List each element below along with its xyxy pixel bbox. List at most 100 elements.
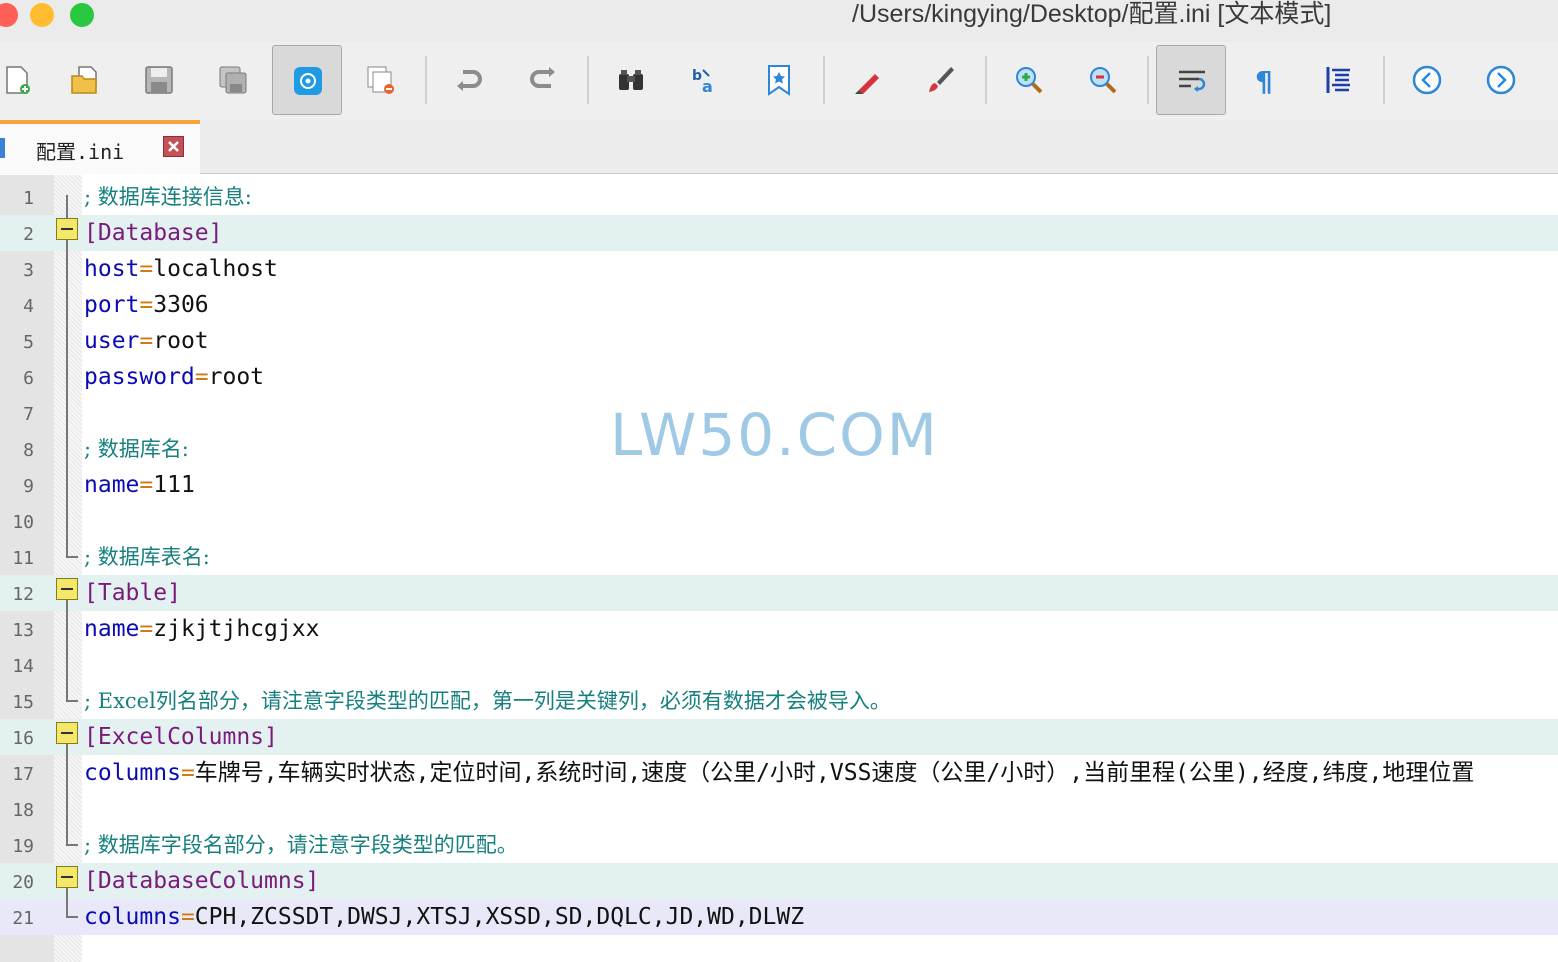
- code-line[interactable]: 16 [ExcelColumns]: [0, 719, 1558, 755]
- value-text: root: [153, 328, 209, 354]
- code-line[interactable]: 20 [DatabaseColumns]: [0, 863, 1558, 899]
- minimize-window-button[interactable]: [30, 3, 54, 27]
- line-text: [DatabaseColumns]: [84, 866, 319, 896]
- equals-sign: =: [139, 292, 154, 318]
- key-name: name: [84, 472, 140, 498]
- section-header: [ExcelColumns]: [84, 724, 278, 750]
- line-number: 13: [12, 620, 34, 641]
- redo-icon: [530, 67, 555, 88]
- word-wrap-button[interactable]: [1156, 45, 1226, 115]
- code-line[interactable]: 11 ; 数据库表名:: [0, 539, 1558, 575]
- save-button[interactable]: [124, 45, 194, 115]
- code-line[interactable]: 12 [Table]: [0, 575, 1558, 611]
- zoom-in-button[interactable]: [994, 45, 1064, 115]
- line-text: columns=车牌号,车辆实时状态,定位时间,系统时间,速度（公里/小时,VS…: [84, 758, 1474, 788]
- key-name: columns: [84, 760, 181, 786]
- open-file-button[interactable]: [50, 45, 120, 115]
- new-file-button[interactable]: [0, 45, 52, 115]
- show-symbols-button[interactable]: ¶: [1230, 45, 1300, 115]
- line-number: 8: [23, 440, 34, 461]
- save-icon: [145, 66, 173, 94]
- undo-button[interactable]: [434, 45, 504, 115]
- line-number: 4: [23, 296, 34, 317]
- line-text: [Table]: [84, 578, 181, 608]
- equals-sign: =: [180, 760, 195, 786]
- marker-button[interactable]: [832, 45, 902, 115]
- code-line[interactable]: 10: [0, 503, 1558, 539]
- fold-toggle-excelcolumns[interactable]: [56, 722, 78, 744]
- zoom-out-button[interactable]: [1068, 45, 1138, 115]
- close-window-button[interactable]: [0, 3, 18, 27]
- line-number: 19: [12, 836, 34, 857]
- save-all-button[interactable]: [198, 45, 268, 115]
- svg-text:b: b: [692, 68, 702, 84]
- line-number: 6: [23, 368, 34, 389]
- at-mode-button[interactable]: [272, 45, 342, 115]
- section-header: [Table]: [84, 580, 181, 606]
- editor[interactable]: 1; 数据库连接信息: 2 [Database] 3 host=localhost 4 po…: [0, 175, 1558, 962]
- word-wrap-icon: [1179, 70, 1206, 92]
- equals-sign: =: [180, 904, 195, 930]
- code-line[interactable]: 17 columns=车牌号,车辆实时状态,定位时间,系统时间,速度（公里/小时,…: [0, 755, 1558, 791]
- indent-guide-button[interactable]: [1304, 45, 1374, 115]
- zoom-out-icon: [1090, 67, 1117, 94]
- code-line[interactable]: 15 ; Excel列名部分，请注意字段类型的匹配，第一列是关键列，必须有数据才会…: [0, 683, 1558, 719]
- zoom-in-icon: [1016, 67, 1043, 94]
- fold-toggle-databasecolumns[interactable]: [56, 866, 78, 888]
- line-number: 15: [12, 692, 34, 713]
- line-number: 5: [23, 332, 34, 353]
- code-line[interactable]: 18: [0, 791, 1558, 827]
- line-number: 17: [12, 764, 34, 785]
- replace-button[interactable]: ba: [670, 45, 740, 115]
- code-line[interactable]: 9 name=111: [0, 467, 1558, 503]
- watermark: LW50.COM: [610, 401, 939, 469]
- section-header: [Database]: [84, 220, 223, 246]
- undo-icon: [457, 70, 482, 91]
- code-line[interactable]: 13 name=zjkjtjhcgjxx: [0, 611, 1558, 647]
- equals-sign: =: [139, 256, 154, 282]
- at-mode-icon: [294, 67, 322, 95]
- bookmark-button[interactable]: [744, 45, 814, 115]
- previous-button[interactable]: [1392, 45, 1462, 115]
- code-line[interactable]: 4 port=3306: [0, 287, 1558, 323]
- line-number: 2: [23, 224, 34, 245]
- redo-button[interactable]: [508, 45, 578, 115]
- line-text: columns=CPH,ZCSSDT,DWSJ,XTSJ,XSSD,SD,DQL…: [84, 902, 804, 932]
- code-line[interactable]: 5 user=root: [0, 323, 1558, 359]
- find-icon: [619, 70, 643, 90]
- toolbar-separator: [823, 56, 825, 104]
- close-file-button[interactable]: [346, 45, 416, 115]
- line-number: 11: [12, 548, 34, 569]
- line-number: 9: [23, 476, 34, 497]
- fold-guide-end: [66, 700, 78, 702]
- value-text: zjkjtjhcgjxx: [153, 616, 320, 642]
- previous-icon: [1412, 65, 1442, 95]
- tab-config-ini[interactable]: 配置.ini: [0, 120, 200, 174]
- fold-toggle-database[interactable]: [56, 218, 78, 240]
- code-line[interactable]: 1 ; 数据库连接信息:: [0, 179, 1558, 215]
- equals-sign: =: [139, 472, 154, 498]
- code-line[interactable]: 19 ; 数据库字段名部分，请注意字段类型的匹配。: [0, 827, 1558, 863]
- line-text: ; 数据库名:: [84, 437, 189, 461]
- find-button[interactable]: [596, 45, 666, 115]
- equals-sign: =: [139, 616, 154, 642]
- tab-close-button[interactable]: [163, 136, 184, 157]
- line-number: 12: [12, 584, 34, 605]
- line-text: name=zjkjtjhcgjxx: [84, 614, 319, 644]
- fold-guide-end: [66, 916, 78, 918]
- code-line[interactable]: 21 columns=CPH,ZCSSDT,DWSJ,XTSJ,XSSD,SD,D…: [0, 899, 1558, 935]
- code-line[interactable]: 3 host=localhost: [0, 251, 1558, 287]
- line-number: 14: [12, 656, 34, 677]
- window-title: /Users/kingying/Desktop/配置.ini [文本模式]: [852, 0, 1332, 28]
- fold-toggle-table[interactable]: [56, 578, 78, 600]
- key-name: columns: [84, 904, 181, 930]
- brush-button[interactable]: [906, 45, 976, 115]
- code-line[interactable]: 14: [0, 647, 1558, 683]
- toolbar-separator: [985, 56, 987, 104]
- code-line[interactable]: 6 password=root: [0, 359, 1558, 395]
- zoom-window-button[interactable]: [70, 3, 94, 27]
- key-name: user: [84, 328, 140, 354]
- next-button[interactable]: [1466, 45, 1536, 115]
- code-line[interactable]: 2 [Database]: [0, 215, 1558, 251]
- equals-sign: =: [194, 364, 209, 390]
